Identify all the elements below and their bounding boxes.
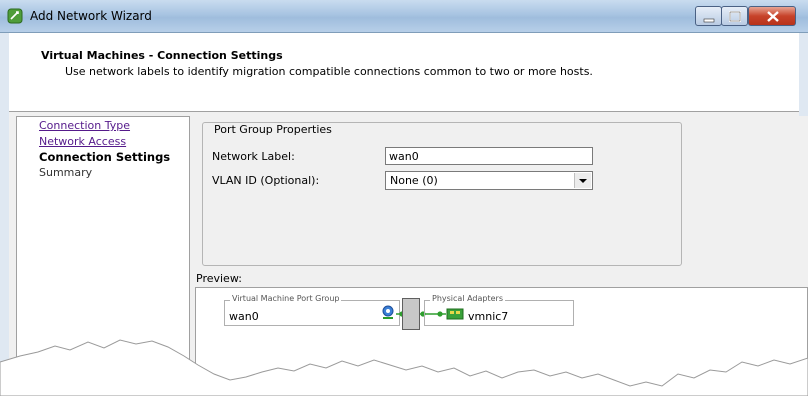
torn-edge-overlay bbox=[0, 339, 808, 396]
wizard-window: Add Network Wizard Virtual Machines - Co… bbox=[0, 0, 808, 396]
